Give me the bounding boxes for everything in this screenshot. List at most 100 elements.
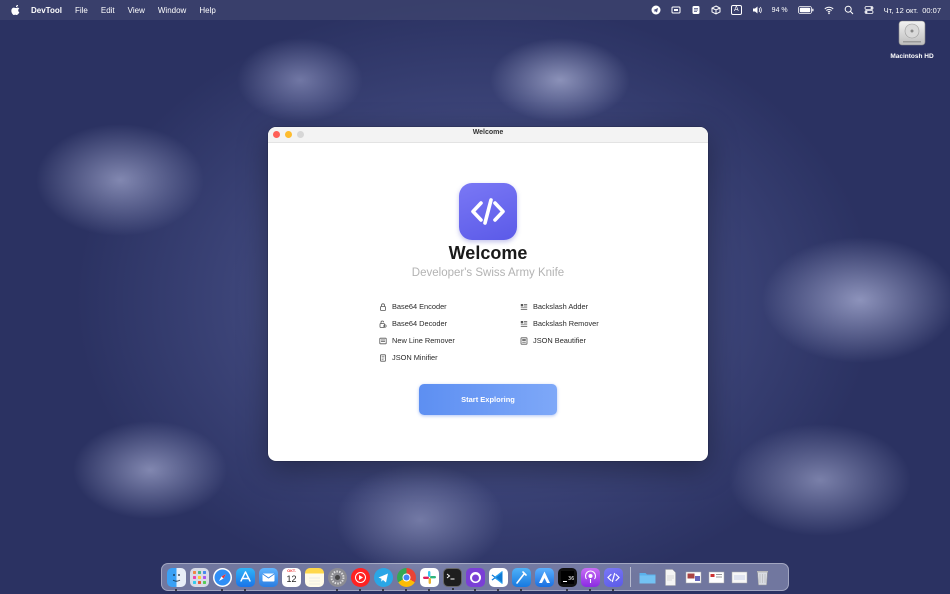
calendar-day: 12	[286, 573, 297, 584]
dock-github-desktop[interactable]	[466, 567, 485, 591]
slack-icon	[423, 570, 436, 584]
finder-icon	[172, 573, 181, 582]
svg-text:36: 36	[568, 576, 574, 582]
dock-calendar[interactable]: ОКТ. 12	[282, 567, 301, 587]
document-image-icon	[520, 336, 528, 345]
dock-telegram[interactable]	[374, 567, 393, 591]
hammer-icon	[516, 570, 527, 584]
menu-help[interactable]: Help	[199, 6, 215, 15]
feature-backslash-remover: Backslash Remover	[520, 315, 599, 332]
battery-icon[interactable]	[797, 6, 814, 14]
dock-ide[interactable]: 36	[558, 567, 577, 591]
menu-edit[interactable]: Edit	[101, 6, 115, 15]
feature-base64-encoder: Base64 Encoder	[379, 298, 455, 315]
dock-preview[interactable]	[684, 568, 703, 587]
dock-app-store[interactable]	[236, 567, 255, 591]
dock-slack[interactable]	[420, 567, 439, 591]
menu-app-name[interactable]: DevTool	[31, 6, 62, 15]
hard-drive-icon	[898, 20, 926, 46]
menu-clock[interactable]: Чт, 12 окт. 00:07	[884, 6, 941, 15]
dock-safari[interactable]	[213, 567, 232, 591]
welcome-subtitle: Developer's Swiss Army Knife	[411, 267, 565, 279]
app-logo	[459, 183, 517, 240]
volume-icon[interactable]	[752, 5, 762, 15]
welcome-heading: Welcome	[448, 243, 528, 263]
apple-logo-icon[interactable]	[11, 5, 21, 15]
github-cat-icon	[470, 571, 481, 583]
code-brackets-icon	[607, 572, 620, 582]
dock-youtube-music[interactable]	[351, 567, 370, 591]
trash-icon	[757, 570, 768, 585]
vscode-icon	[491, 570, 503, 584]
document-status-icon[interactable]	[691, 5, 701, 15]
unlock-magnifier-icon	[379, 320, 387, 328]
dock: ОКТ. 12 36	[161, 563, 789, 591]
cube-status-icon[interactable]	[711, 5, 721, 15]
menu-file[interactable]: File	[75, 6, 88, 15]
dock-podcasts[interactable]	[581, 567, 600, 591]
dock-notes[interactable]	[305, 567, 324, 587]
ide-icon: 36	[561, 570, 574, 584]
spotlight-search-icon[interactable]	[844, 5, 854, 15]
dock-terminal[interactable]	[443, 567, 462, 590]
control-center-icon[interactable]	[864, 5, 874, 15]
dock-launchpad[interactable]	[190, 567, 209, 587]
status-area: A 94 % Чт, 12 окт. 00:07	[651, 0, 941, 20]
triangle-a-icon	[539, 571, 550, 583]
desktop-disk-macintosh-hd[interactable]: Macintosh HD	[884, 18, 940, 60]
dock-system-settings[interactable]	[328, 567, 347, 591]
feature-json-minifier: JSON Minifier	[379, 349, 455, 366]
window-thumbnail-icon	[708, 571, 725, 583]
disk-label: Macintosh HD	[890, 53, 934, 60]
image-stack-icon	[685, 571, 702, 583]
play-icon	[355, 571, 366, 583]
start-exploring-button[interactable]: Start Exploring	[419, 384, 557, 415]
welcome-window: Welcome Welcome Developer's Swiss Army K…	[268, 127, 708, 461]
lock-icon	[380, 302, 386, 311]
dock-mail[interactable]	[259, 567, 278, 587]
document-icon	[665, 568, 676, 586]
keyboard-layout-indicator[interactable]: A	[731, 5, 742, 15]
launchpad-icon	[193, 570, 206, 584]
dock-finder[interactable]	[167, 567, 186, 591]
menu-bar: DevTool File Edit View Window Help A 94 …	[0, 0, 950, 20]
feature-list-left: Base64 Encoder Base64 Decoder New Line R…	[379, 298, 455, 366]
dock-devtool[interactable]	[604, 567, 623, 591]
code-brackets-icon	[471, 198, 505, 225]
battery-percent: 94 %	[771, 6, 788, 14]
dock-chrome[interactable]	[397, 567, 416, 591]
window-titlebar[interactable]: Welcome	[268, 127, 708, 143]
paper-plane-icon	[378, 573, 388, 582]
window-title: Welcome	[472, 129, 504, 136]
dock-window-preview[interactable]	[730, 568, 749, 587]
app-store-icon	[240, 570, 251, 582]
gear-icon	[330, 570, 345, 584]
wifi-icon[interactable]	[824, 5, 834, 15]
podcast-icon	[584, 569, 597, 583]
dock-vscode[interactable]	[489, 567, 508, 591]
safari-compass-icon	[214, 569, 231, 585]
screen-status-icon[interactable]	[671, 5, 681, 15]
dock-finder-window[interactable]	[707, 568, 726, 587]
feature-list-right: Backslash Adder Backslash Remover JSON B…	[520, 298, 599, 349]
dock-trash[interactable]	[753, 568, 772, 587]
menu-view[interactable]: View	[128, 6, 145, 15]
feature-backslash-adder: Backslash Adder	[520, 298, 599, 315]
mail-envelope-icon	[262, 572, 275, 581]
feature-json-beautifier: JSON Beautifier	[520, 332, 599, 349]
chrome-icon	[402, 573, 411, 581]
telegram-status-icon[interactable]	[651, 5, 661, 15]
terminal-prompt-icon	[446, 573, 455, 579]
folder-icon	[639, 572, 656, 583]
dock-xcode[interactable]	[512, 567, 531, 591]
window-preview-icon	[731, 571, 748, 583]
text-box-icon	[379, 337, 387, 344]
notes-icon	[309, 577, 320, 584]
dock-testflight[interactable]	[535, 567, 554, 587]
dock-document[interactable]	[661, 568, 680, 587]
menu-window[interactable]: Window	[158, 6, 186, 15]
text-format-icon	[520, 320, 528, 327]
dock-separator	[630, 567, 631, 587]
text-format-icon	[520, 303, 528, 310]
dock-downloads-folder[interactable]	[638, 568, 657, 587]
